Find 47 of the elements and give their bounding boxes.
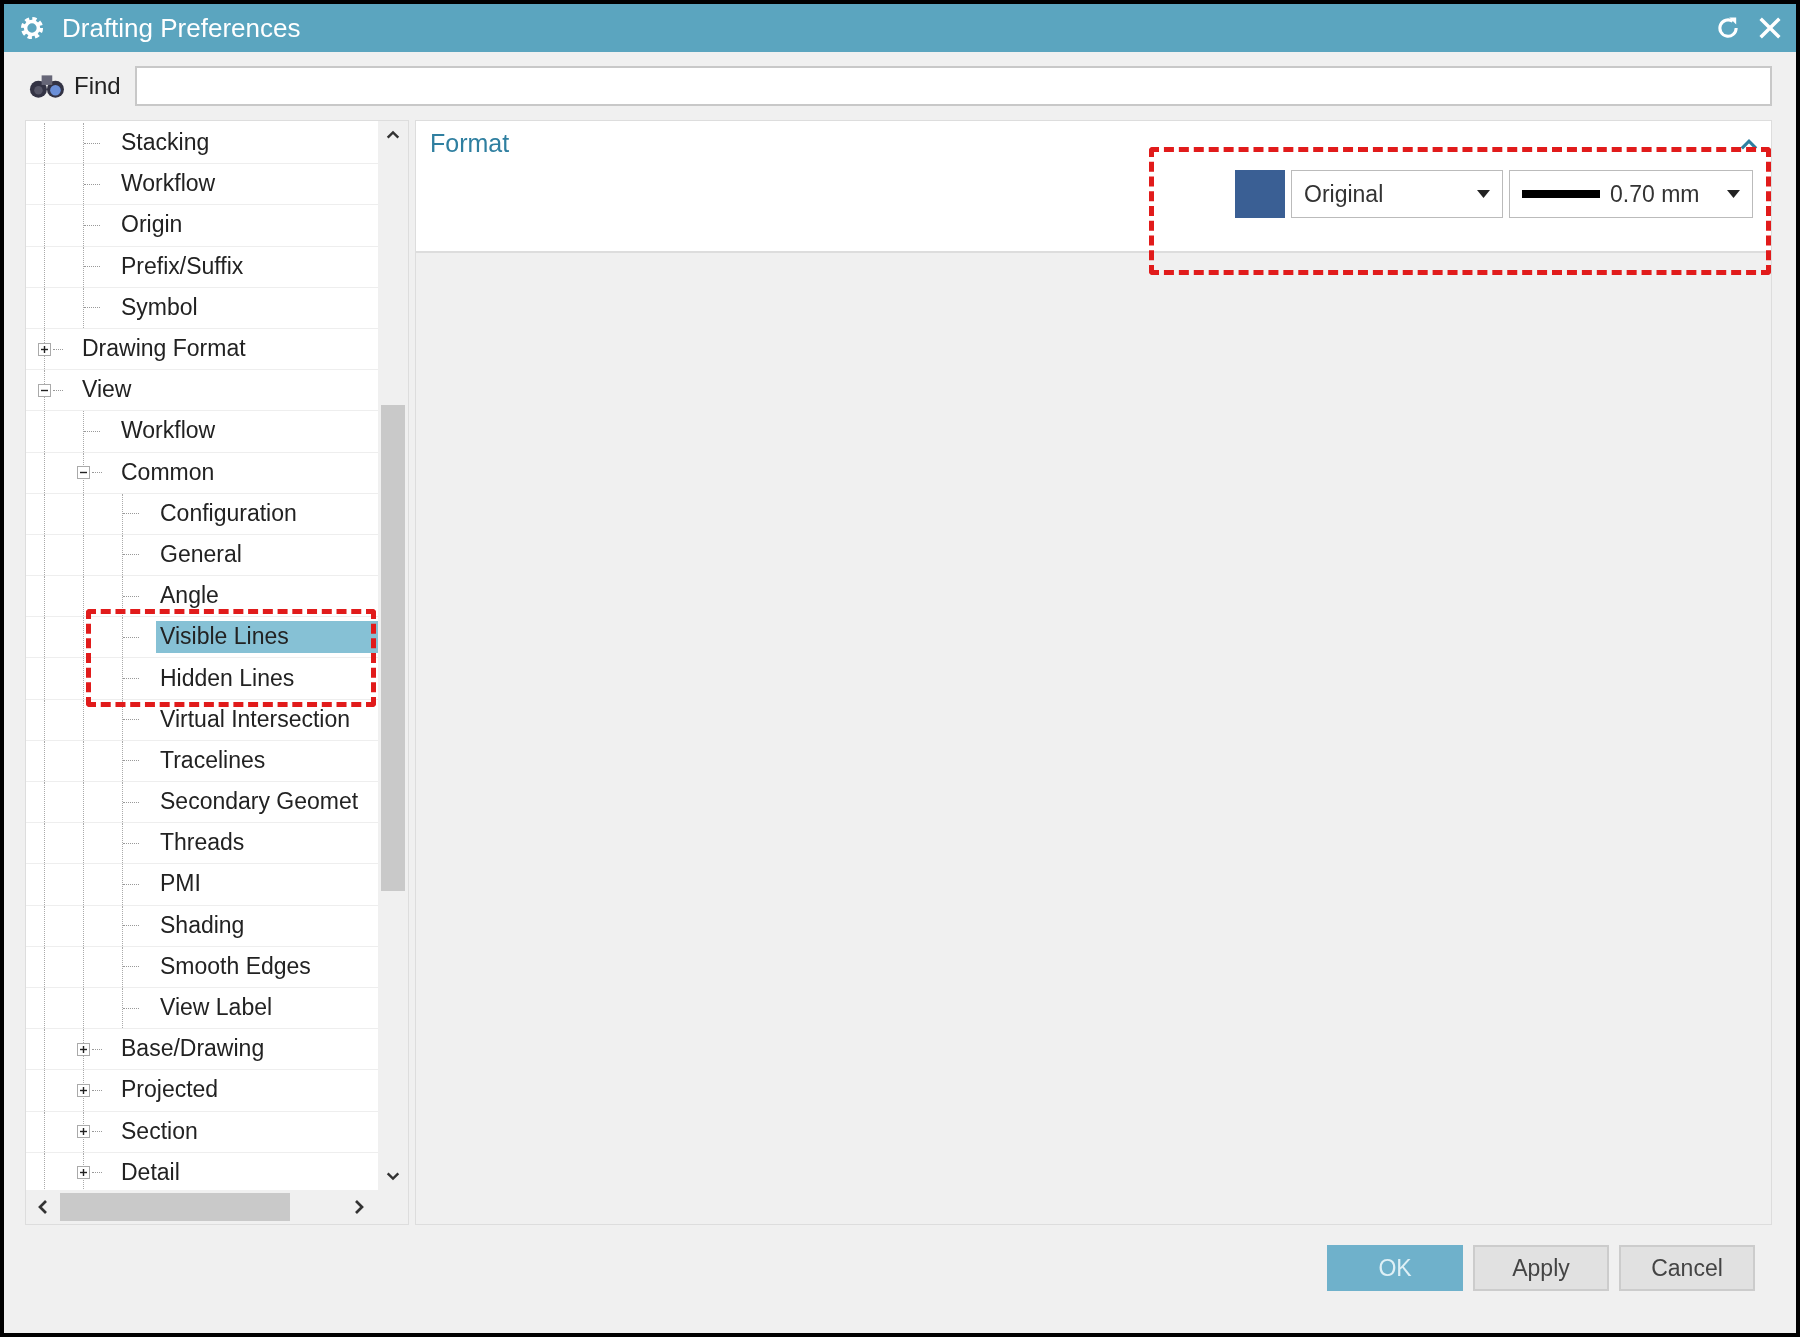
tree-item[interactable]: PMI bbox=[156, 868, 206, 901]
tree-item[interactable]: Drawing Format bbox=[78, 333, 251, 366]
tree-item[interactable]: Visible Lines bbox=[156, 621, 378, 654]
tree-item[interactable]: Hidden Lines bbox=[156, 662, 300, 695]
tree-item[interactable]: View Label bbox=[156, 992, 278, 1025]
tree-item[interactable]: Origin bbox=[117, 209, 188, 242]
tree-item[interactable]: Stacking bbox=[117, 127, 215, 160]
expand-icon[interactable] bbox=[77, 1083, 90, 1097]
dialog-button[interactable]: Apply bbox=[1473, 1245, 1609, 1291]
font-dropdown[interactable]: Original bbox=[1291, 170, 1503, 218]
tree-item[interactable]: Configuration bbox=[156, 497, 302, 530]
caret-icon bbox=[1727, 190, 1740, 198]
caret-icon bbox=[1477, 190, 1490, 198]
tree-item[interactable]: Workflow bbox=[117, 168, 221, 201]
tree-item[interactable]: Angle bbox=[156, 580, 224, 613]
tree-item[interactable]: Detail bbox=[117, 1156, 185, 1189]
tree-item[interactable]: Workflow bbox=[117, 415, 221, 448]
tree-item[interactable]: Smooth Edges bbox=[156, 950, 316, 983]
tree-item[interactable]: Tracelines bbox=[156, 744, 271, 777]
tree-item[interactable]: Secondary Geomet bbox=[156, 786, 364, 819]
scrollbar-thumb[interactable] bbox=[60, 1193, 290, 1221]
tree-item[interactable]: Prefix/Suffix bbox=[117, 250, 249, 283]
tree-item[interactable]: General bbox=[156, 538, 247, 571]
tree-item[interactable]: Threads bbox=[156, 827, 250, 860]
settings-icon bbox=[18, 14, 46, 42]
section-title[interactable]: Format bbox=[430, 129, 510, 158]
line-width-dropdown[interactable]: 0.70 mm bbox=[1509, 170, 1753, 218]
collapse-icon[interactable] bbox=[77, 466, 90, 480]
tree-item[interactable]: Common bbox=[117, 456, 220, 489]
tree-item[interactable]: Virtual Intersection bbox=[156, 703, 356, 736]
window-title: Drafting Preferences bbox=[62, 12, 301, 44]
tree-item[interactable]: Section bbox=[117, 1115, 203, 1148]
expand-icon[interactable] bbox=[38, 342, 51, 356]
color-swatch[interactable] bbox=[1235, 170, 1285, 218]
tree-item[interactable]: Shading bbox=[156, 909, 250, 942]
find-field[interactable] bbox=[134, 66, 1772, 106]
tree-item[interactable]: Base/Drawing bbox=[117, 1033, 270, 1066]
collapse-icon[interactable] bbox=[38, 383, 51, 397]
tree-item[interactable]: Projected bbox=[117, 1074, 224, 1107]
tree-item[interactable]: Symbol bbox=[117, 291, 203, 324]
dialog-button[interactable]: Cancel bbox=[1619, 1245, 1755, 1291]
expand-icon[interactable] bbox=[77, 1042, 90, 1056]
tree-item[interactable]: View bbox=[78, 374, 137, 407]
find-label: Find bbox=[74, 72, 121, 100]
expand-icon[interactable] bbox=[77, 1166, 90, 1180]
expand-icon[interactable] bbox=[77, 1125, 90, 1139]
scrollbar-thumb[interactable] bbox=[381, 405, 405, 891]
